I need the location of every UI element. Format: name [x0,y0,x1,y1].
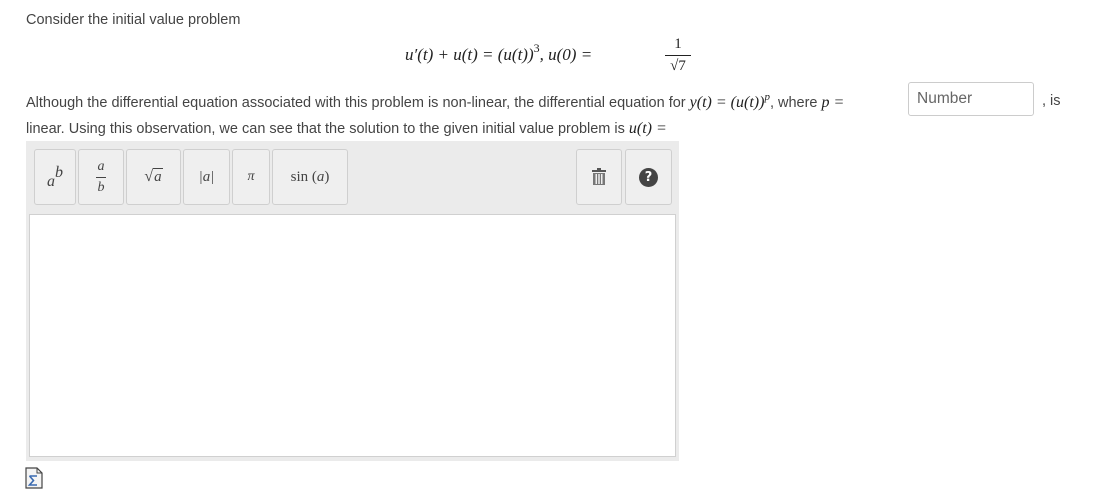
line2-text-a: Although the differential equation assoc… [26,95,690,111]
initial-condition: , u(0) = [539,45,593,64]
solution-label: u(t) = [628,120,667,137]
absolute-value-button[interactable]: |a| [183,149,230,205]
help-button[interactable]: ? [625,149,672,205]
help-icon: ? [639,167,658,187]
power-button[interactable]: ab [34,149,76,205]
problem-line-3: linear. Using this observation, we can s… [26,120,667,138]
initial-value-fraction: 1 √7 [665,36,691,75]
pi-button[interactable]: π [232,149,270,205]
trash-icon [592,168,606,185]
sigma-icon[interactable] [25,467,43,489]
substitution-math: y(t) = (u(t))p [689,91,770,111]
problem-intro: Consider the initial value problem [26,12,241,28]
line2-text-b: , where [769,95,822,111]
math-answer-editor: ab a b √ a |a| π sin (a) ? [26,141,679,461]
equation-lhs: u′(t) + u(t) = (u(t)) [405,45,534,64]
p-number-input[interactable] [908,82,1034,116]
fraction-button[interactable]: a b [78,149,124,205]
answer-input-area[interactable] [29,214,676,457]
line3-text: linear. Using this observation, we can s… [26,121,629,137]
sin-button[interactable]: sin (a) [272,149,348,205]
problem-line-2: Although the differential equation assoc… [26,91,844,112]
is-suffix: , is [1042,93,1061,109]
fraction-numerator: 1 [674,36,682,52]
p-label: p = [821,94,845,111]
differential-equation: u′(t) + u(t) = (u(t))3, u(0) = 1 √7 [405,36,705,86]
fraction-denominator: √7 [670,58,686,74]
sqrt-button[interactable]: √ a [126,149,181,205]
clear-button[interactable] [576,149,622,205]
